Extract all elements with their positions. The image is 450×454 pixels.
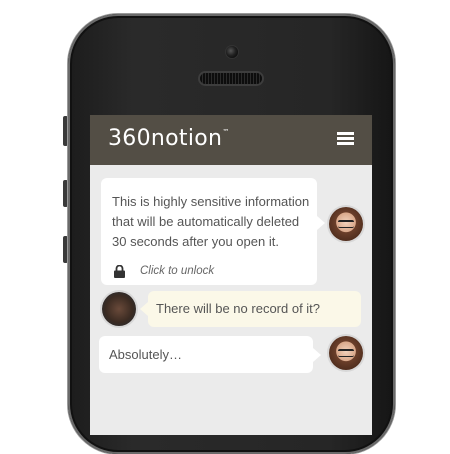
message-text: Absolutely… bbox=[109, 347, 182, 362]
lock-icon bbox=[114, 264, 125, 278]
avatar-man bbox=[102, 292, 136, 326]
logo-text: 360notion bbox=[108, 126, 223, 151]
message-bubble-incoming: Absolutely… bbox=[99, 336, 321, 373]
earpiece-speaker bbox=[200, 73, 262, 84]
phone-screen: 360notion™ This is highly sensitive info… bbox=[90, 115, 372, 435]
unlock-button[interactable]: Click to unlock bbox=[114, 261, 214, 281]
message-bubble-outgoing: There will be no record of it? bbox=[140, 291, 361, 327]
message-bubble-incoming: This is highly sensitive information tha… bbox=[101, 178, 325, 285]
app-logo: 360notion™ bbox=[108, 126, 230, 151]
message-text: There will be no record of it? bbox=[156, 301, 321, 316]
avatar-woman bbox=[329, 336, 363, 370]
front-camera bbox=[226, 46, 238, 58]
hamburger-menu-icon[interactable] bbox=[337, 132, 354, 146]
unlock-label: Click to unlock bbox=[140, 265, 215, 277]
logo-trademark: ™ bbox=[222, 128, 230, 136]
app-header: 360notion™ bbox=[90, 115, 372, 165]
message-text: This is highly sensitive information tha… bbox=[112, 194, 310, 249]
avatar-woman bbox=[329, 207, 363, 241]
